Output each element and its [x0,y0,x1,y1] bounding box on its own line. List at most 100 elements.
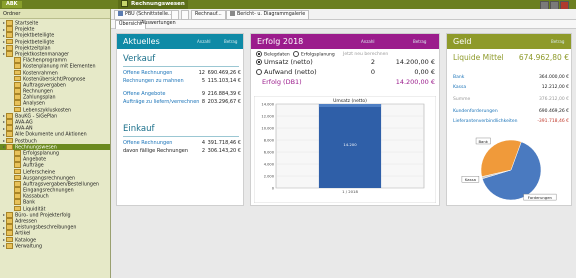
row-aufwand[interactable]: Aufwand (netto) [256,69,317,76]
y-tick-label: 8.000 [264,138,275,142]
amount: 391.718,46 € [207,140,241,146]
row-einkauf-offene-rechnungen[interactable]: Offene Rechnungen [123,140,172,147]
aktuelles-header: Aktuelles Anzahl Betrag [117,34,243,49]
row-rechnungen-mahnen[interactable]: Rechnungen zu mahnen [123,78,184,85]
radio-erfolgsplanung[interactable]: Erfolgsplanung [293,51,335,58]
row-offene-rechnungen[interactable]: Offene Rechnungen [123,70,172,77]
folder-icon [14,199,21,206]
liquid-amount: 674.962,80 € [518,53,569,62]
folder-icon [6,143,13,150]
count: 2 [370,58,375,66]
amount: -391.718,46 € [537,119,569,124]
col-anzahl: Anzahl [197,39,211,44]
chart-title: Umsatz (netto) [333,98,367,104]
tab-rechnungswesen[interactable]: Rechnungswesen [118,0,188,9]
row-kundenforderungen[interactable]: Kundenforderungen [453,108,498,115]
folder-icon [14,205,21,212]
folder-icon [6,112,13,119]
title-bar [0,0,576,9]
count: 4 [201,140,205,146]
row-bank[interactable]: Bank [453,74,464,81]
y-tick-label: 10.000 [261,126,274,130]
recalc-link[interactable]: Jetzt neu berechnen [343,51,388,58]
y-tick-label: 6.000 [264,150,275,154]
row-auftraege-liefern[interactable]: Aufträge zu liefern/verrechnen [123,99,199,106]
y-tick-label: 14.000 [261,102,274,106]
app-title[interactable]: ABK [2,1,22,8]
einkauf-title: Einkauf [123,124,155,134]
folder-tree: ▸ Startseite ▸ Projekte ▸ Projektbeteiligte ▸ P… [0,20,110,249]
count: 8 [201,99,205,105]
count: 9 [201,91,205,97]
folder-icon [6,44,13,51]
col-betrag: Betrag [224,39,238,44]
copy-icon[interactable] [181,10,189,20]
sidebar-item[interactable]: ▸ Verwaltung [0,242,110,250]
folder-icon [6,20,13,26]
pie-label: Forderungen [528,195,553,200]
save-icon [118,11,123,16]
folder-icon [14,75,21,82]
toolbar: PBU (Schnittstelle... Rechnauf... Berich… [111,9,576,20]
folder-icon [6,26,13,32]
print-icon[interactable] [171,10,179,20]
sidebar: Ordner ▸ Startseite ▸ Projekte ▸ Projektbetei… [0,9,111,278]
sidebar-item-label: Verwaltung [15,244,43,250]
amount: 690.469,26 € [538,109,569,114]
count: 12 [198,70,205,76]
row-lieferantenverbindlichkeiten[interactable]: Lieferantenverbindlichkeiten [453,118,518,125]
amount: 216.884,39 € [207,91,241,97]
radio-icon [293,51,299,57]
aktuelles-panel: Aktuelles Anzahl Betrag Verkauf Offene R… [116,33,244,206]
row-summe: Summe [453,97,471,102]
row-umsatz[interactable]: Umsatz (netto) [256,59,313,66]
col-anzahl: Anzahl [361,39,375,44]
project-button[interactable]: PBU (Schnittstelle... [114,10,177,20]
divider [123,66,239,67]
folder-icon [6,50,13,57]
row-kassa[interactable]: Kassa [453,84,466,91]
folder-icon [14,193,21,200]
amount: 0,00 € [414,68,435,76]
folder-icon [6,125,13,131]
report-gallery-button[interactable]: Bericht- u. Diagrammgalerie [226,10,310,20]
module-icon [121,0,128,7]
folder-icon [14,187,21,193]
col-betrag: Betrag [551,39,565,44]
amount: 203.296,67 € [207,99,241,105]
folder-icon [6,38,13,45]
row-offene-angebote[interactable]: Offene Angebote [123,91,165,98]
erfolg-header: Erfolg 2018 Anzahl Betrag [251,34,439,49]
amount: 376.212,00 € [538,97,569,102]
radio-icon [256,69,262,75]
folder-icon [14,69,21,76]
folder-icon [14,88,21,94]
folder-icon [6,137,13,144]
amount: 690.469,26 € [207,70,241,76]
folder-icon [14,162,21,169]
tab-auswertungen[interactable]: Auswertungen [138,20,179,28]
count: 0 [370,68,375,76]
folder-icon [6,119,13,125]
folder-icon [6,242,13,249]
folder-icon [14,174,21,181]
folder-icon [6,32,13,39]
folder-icon [6,131,13,138]
radio-belegdaten[interactable]: Belegdaten [256,51,290,58]
folder-icon [14,149,21,156]
geld-title: Geld [453,37,472,46]
folder-icon [14,81,21,88]
verkauf-title: Verkauf [123,54,156,64]
folder-icon [14,168,21,175]
amount: 14.200,00 € [395,58,435,66]
liquidity-pie-chart: Forderungen Kassa Bank [461,137,557,201]
col-betrag: Betrag [413,39,427,44]
amount: 115.103,14 € [207,78,241,84]
folder-icon [6,224,13,230]
subtabs: Übersicht Auswertungen [111,20,576,29]
chart-icon [230,11,235,16]
folder-icon [14,63,21,70]
invoice-button[interactable]: Rechnauf... [191,10,226,20]
folder-icon [14,106,21,113]
amount: 306.143,20 € [207,148,241,154]
